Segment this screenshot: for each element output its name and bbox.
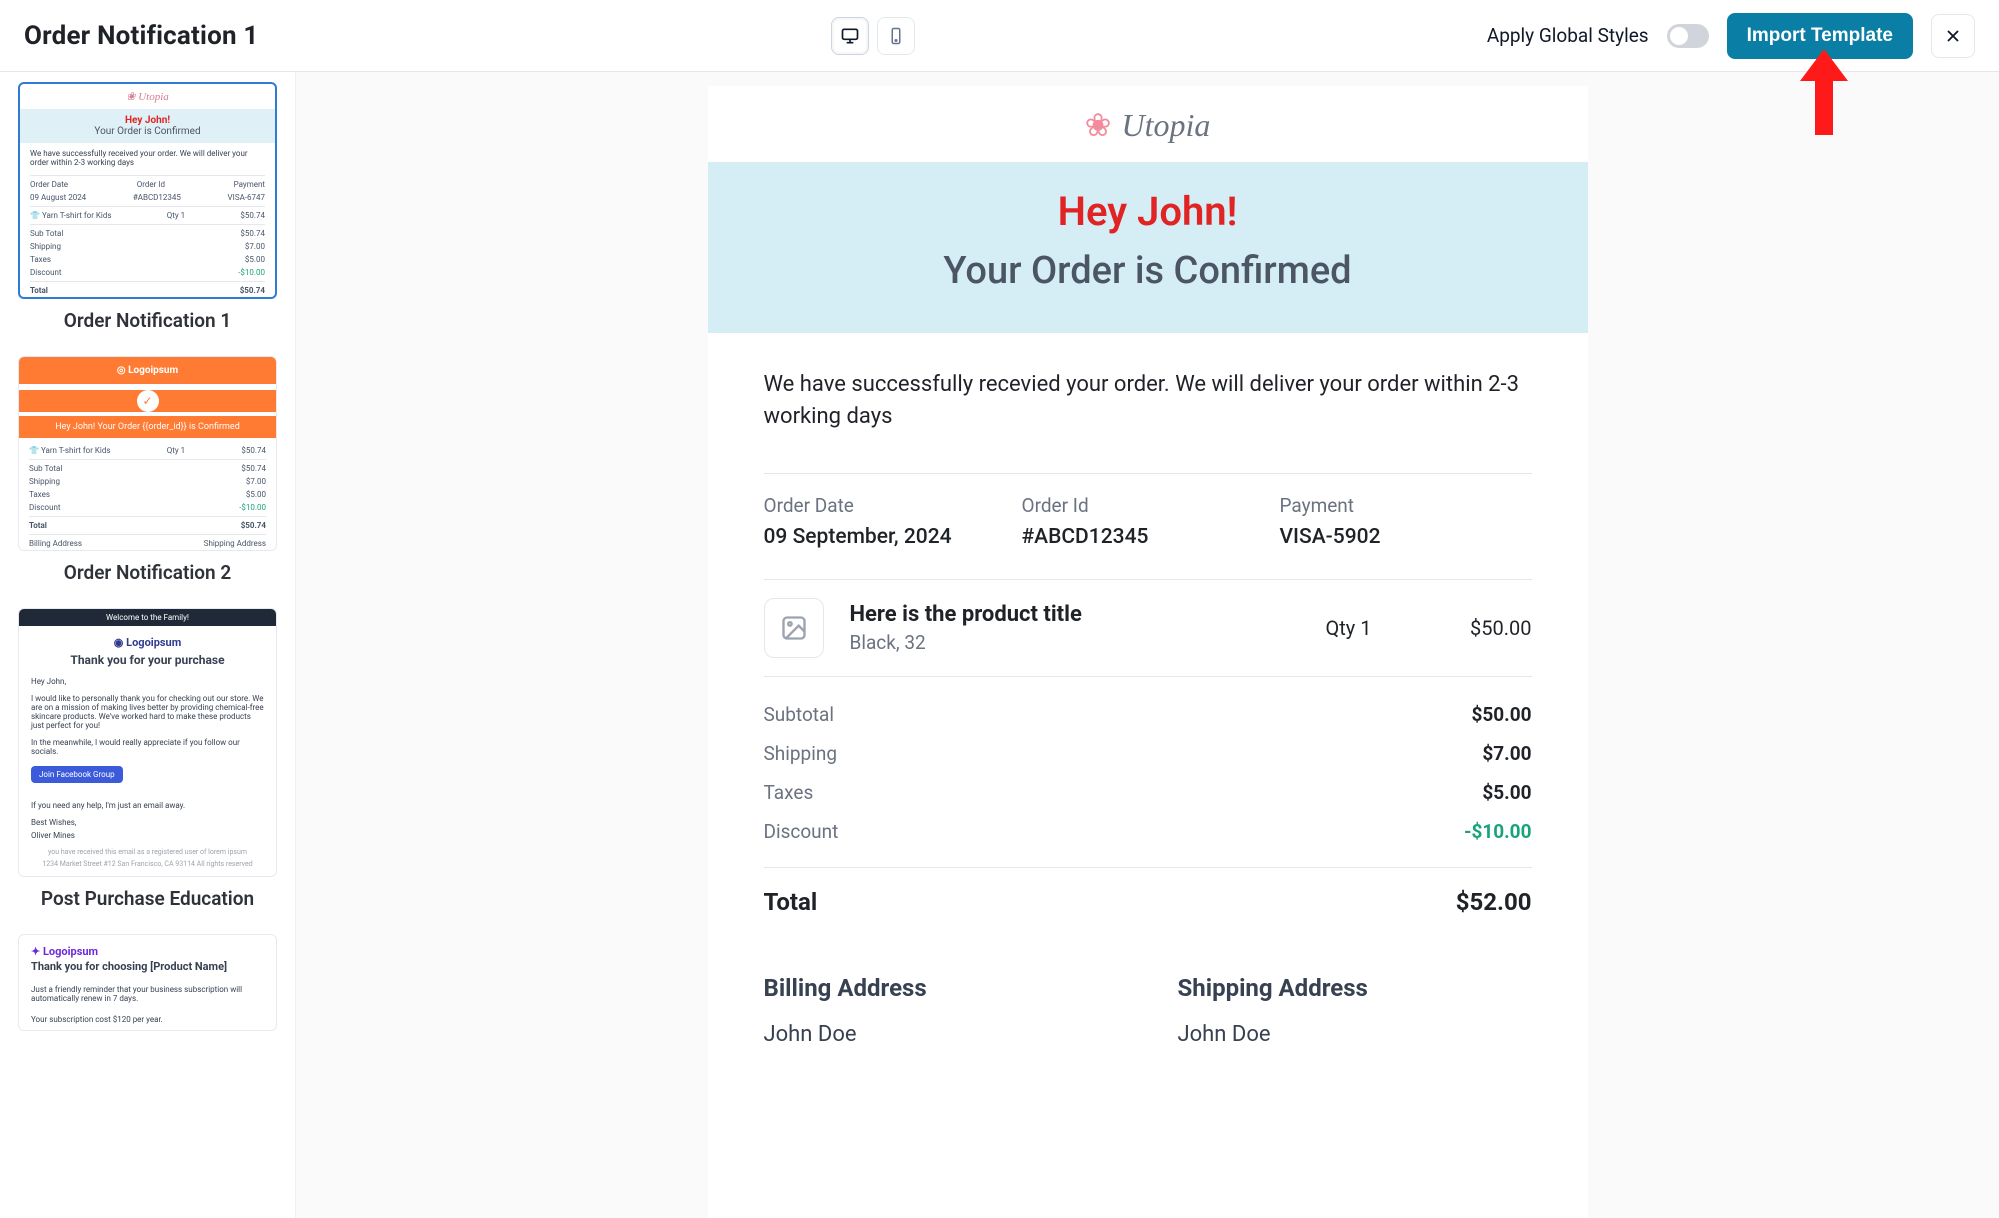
mobile-icon [887,26,905,46]
greeting: Hey John! [728,188,1568,235]
device-switch [831,17,915,55]
shipping-value: $7.00 [1482,742,1531,765]
order-confirmed: Your Order is Confirmed [728,249,1568,293]
product-title: Here is the product title [850,602,1300,627]
total-label: Total [764,888,818,916]
apply-global-label: Apply Global Styles [1487,24,1649,47]
line-item: Here is the product title Black, 32 Qty … [764,579,1532,677]
header-actions: Apply Global Styles Import Template [1487,13,1975,59]
image-icon [780,614,808,642]
template-name: Order Notification 1 [18,309,277,332]
preview-canvas[interactable]: ❀ Utopia Hey John! Your Order is Confirm… [296,72,1999,1218]
product-qty: Qty 1 [1326,616,1406,640]
template-thumb-subscription-reminder[interactable]: ✦ Logoipsum Thank you for choosing [Prod… [18,934,277,1031]
monitor-icon [840,26,860,46]
order-id-label: Order Id [1022,494,1232,517]
taxes-value: $5.00 [1482,781,1531,804]
apply-global-toggle[interactable] [1667,24,1709,48]
order-meta: Order Date 09 September, 2024 Order Id #… [764,494,1532,549]
totals: Subtotal$50.00 Shipping$7.00 Taxes$5.00 … [764,695,1532,924]
payment-value: VISA-5902 [1280,525,1490,549]
intro-text: We have successfully recevied your order… [764,369,1532,433]
desktop-view-button[interactable] [831,17,869,55]
template-thumb-order-notification-2[interactable]: ◎ Logoipsum ✓ Hey John! Your Order {{ord… [18,356,277,551]
flower-icon: ❀ [1085,106,1112,144]
template-name: Order Notification 2 [18,561,277,584]
product-image-placeholder [764,598,824,658]
page-title: Order Notification 1 [24,21,259,51]
order-date-value: 09 September, 2024 [764,525,974,549]
template-thumb-post-purchase-education[interactable]: Welcome to the Family! ◉ Logoipsum Thank… [18,608,277,877]
import-template-button[interactable]: Import Template [1727,13,1913,59]
template-name: Post Purchase Education [18,887,277,910]
close-icon [1943,26,1963,46]
brand-name: Utopia [1121,107,1210,144]
total-value: $52.00 [1456,888,1532,916]
billing-address-heading: Billing Address [764,974,1118,1002]
email-preview: ❀ Utopia Hey John! Your Order is Confirm… [708,86,1588,1218]
hero: Hey John! Your Order is Confirmed [708,162,1588,333]
discount-label: Discount [764,820,839,843]
header: Order Notification 1 Apply Global Styles… [0,0,1999,72]
template-sidebar[interactable]: ❀ Utopia Hey John! Your Order is Confirm… [0,72,296,1218]
subtotal-value: $50.00 [1471,703,1531,726]
brand-row: ❀ Utopia [708,86,1588,162]
close-button[interactable] [1931,14,1975,58]
product-variant: Black, 32 [850,631,1300,654]
shipping-name: John Doe [1178,1022,1532,1047]
shipping-address-heading: Shipping Address [1178,974,1532,1002]
mobile-view-button[interactable] [877,17,915,55]
product-price: $50.00 [1432,616,1532,640]
order-id-value: #ABCD12345 [1022,525,1232,549]
subtotal-label: Subtotal [764,703,834,726]
shipping-label: Shipping [764,742,838,765]
taxes-label: Taxes [764,781,814,804]
order-date-label: Order Date [764,494,974,517]
discount-value: -$10.00 [1464,820,1532,843]
template-thumb-order-notification-1[interactable]: ❀ Utopia Hey John! Your Order is Confirm… [18,82,277,299]
payment-label: Payment [1280,494,1490,517]
billing-name: John Doe [764,1022,1118,1047]
